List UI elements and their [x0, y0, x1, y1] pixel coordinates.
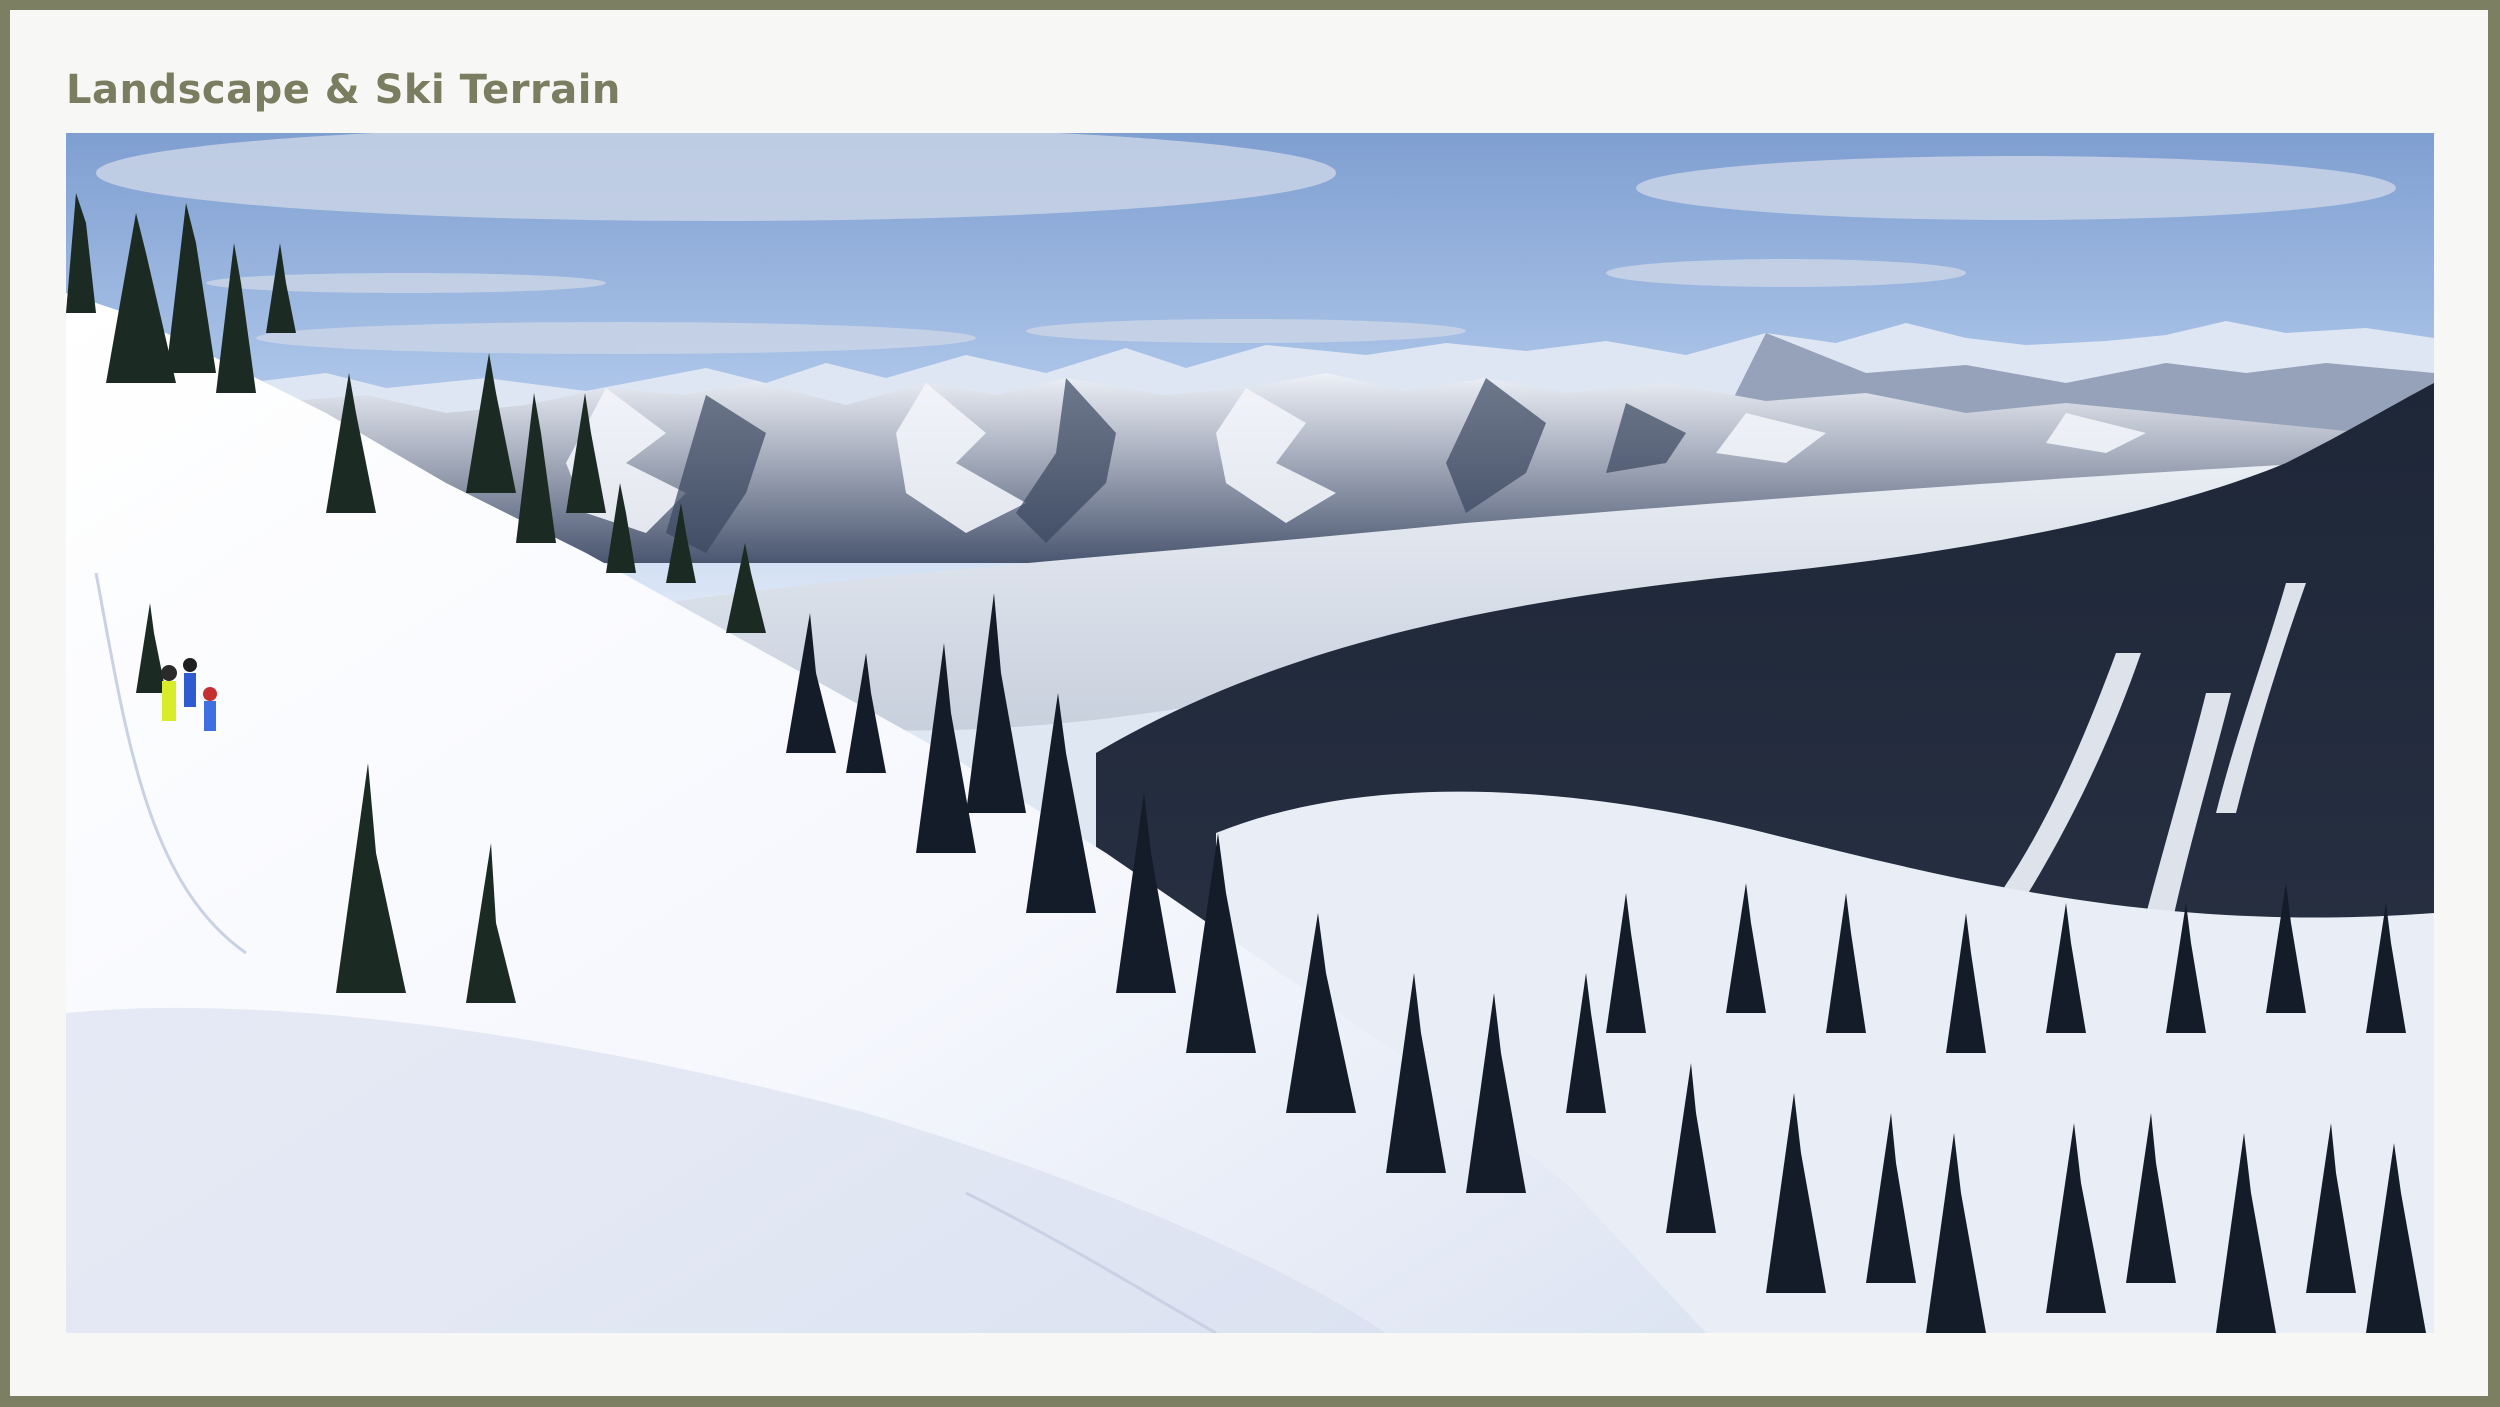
mountain-scene [66, 133, 2434, 1333]
landscape-photo [66, 133, 2434, 1333]
slide-title: Landscape & Ski Terrain [66, 67, 621, 113]
slide-frame: Landscape & Ski Terrain [10, 10, 2488, 1396]
